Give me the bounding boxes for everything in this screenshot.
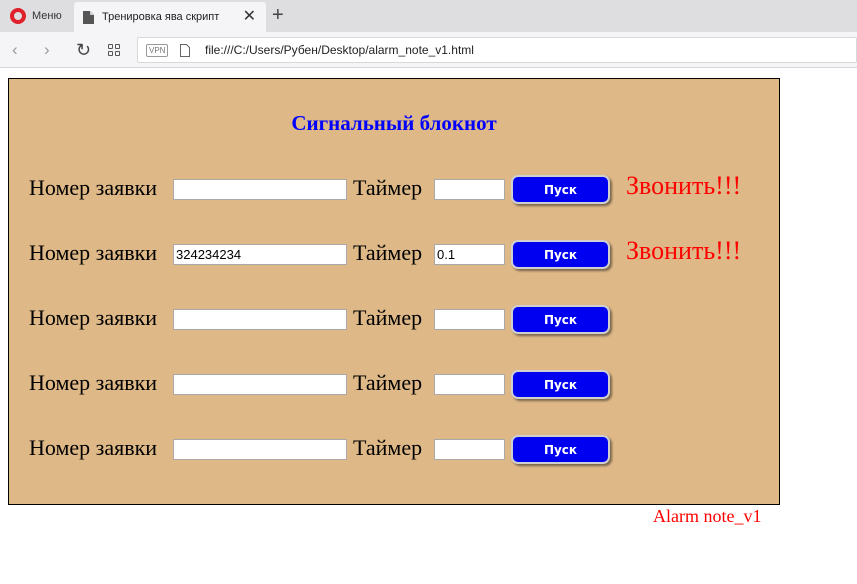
alarm-message: Звонить!!! bbox=[626, 236, 742, 265]
start-button[interactable]: Пуск bbox=[511, 370, 610, 399]
address-toolbar: ‹ › ↻ VPN file:///C:/Users/Рубен/Desktop… bbox=[0, 32, 857, 68]
tab-title: Тренировка ява скрипт bbox=[102, 11, 220, 23]
request-number-label: Номер заявки bbox=[29, 240, 158, 265]
start-button[interactable]: Пуск bbox=[511, 435, 610, 464]
request-number-label: Номер заявки bbox=[29, 370, 158, 395]
start-button[interactable]: Пуск bbox=[511, 305, 610, 334]
timer-label: Таймер bbox=[353, 370, 423, 395]
speed-dial-icon[interactable] bbox=[108, 44, 121, 56]
timer-label: Таймер bbox=[353, 175, 423, 200]
forward-icon[interactable]: › bbox=[44, 40, 50, 60]
timer-input[interactable] bbox=[434, 309, 505, 330]
tab-active[interactable]: Тренировка ява скрипт ✕ bbox=[74, 2, 266, 32]
timer-input[interactable] bbox=[434, 179, 505, 200]
url-text: file:///C:/Users/Рубен/Desktop/alarm_not… bbox=[205, 43, 474, 57]
start-button[interactable]: Пуск bbox=[511, 240, 610, 269]
timer-input[interactable] bbox=[434, 244, 505, 265]
request-row: Номер заявки Таймер Пуск bbox=[9, 370, 779, 400]
request-row: Номер заявки Таймер Пуск Звонить!!! bbox=[9, 171, 779, 205]
timer-input[interactable] bbox=[434, 439, 505, 460]
close-tab-icon[interactable]: ✕ bbox=[243, 8, 256, 26]
request-number-input[interactable] bbox=[173, 179, 347, 200]
opera-menu-button[interactable]: Меню bbox=[0, 0, 72, 32]
browser-tab-strip: Меню Тренировка ява скрипт ✕ + bbox=[0, 0, 857, 32]
request-number-label: Номер заявки bbox=[29, 435, 158, 460]
request-number-label: Номер заявки bbox=[29, 175, 158, 200]
reload-icon[interactable]: ↻ bbox=[76, 40, 91, 60]
request-row: Номер заявки Таймер Пуск bbox=[9, 305, 779, 335]
request-number-input[interactable] bbox=[173, 439, 347, 460]
request-number-input[interactable] bbox=[173, 374, 347, 395]
url-field[interactable]: VPN file:///C:/Users/Рубен/Desktop/alarm… bbox=[137, 37, 857, 63]
timer-label: Таймер bbox=[353, 435, 423, 460]
request-number-input[interactable] bbox=[173, 309, 347, 330]
request-number-input[interactable] bbox=[173, 244, 347, 265]
vpn-badge[interactable]: VPN bbox=[146, 44, 169, 57]
opera-logo-icon bbox=[10, 8, 26, 24]
alarm-notepad-panel: Сигнальный блокнот Номер заявки Таймер П… bbox=[8, 78, 780, 505]
menu-label: Меню bbox=[32, 10, 62, 22]
timer-input[interactable] bbox=[434, 374, 505, 395]
file-page-icon bbox=[180, 44, 190, 57]
alarm-message: Звонить!!! bbox=[626, 171, 742, 200]
timer-label: Таймер bbox=[353, 240, 423, 265]
page-title: Сигнальный блокнот bbox=[291, 111, 497, 135]
start-button[interactable]: Пуск bbox=[511, 175, 610, 204]
back-icon[interactable]: ‹ bbox=[12, 40, 18, 60]
new-tab-icon[interactable]: + bbox=[272, 5, 284, 25]
request-row: Номер заявки Таймер Пуск bbox=[9, 435, 779, 465]
request-row: Номер заявки Таймер Пуск Звонить!!! bbox=[9, 236, 779, 270]
document-icon bbox=[83, 10, 94, 24]
version-note: Alarm note_v1 bbox=[653, 506, 762, 526]
timer-label: Таймер bbox=[353, 305, 423, 330]
request-number-label: Номер заявки bbox=[29, 305, 158, 330]
